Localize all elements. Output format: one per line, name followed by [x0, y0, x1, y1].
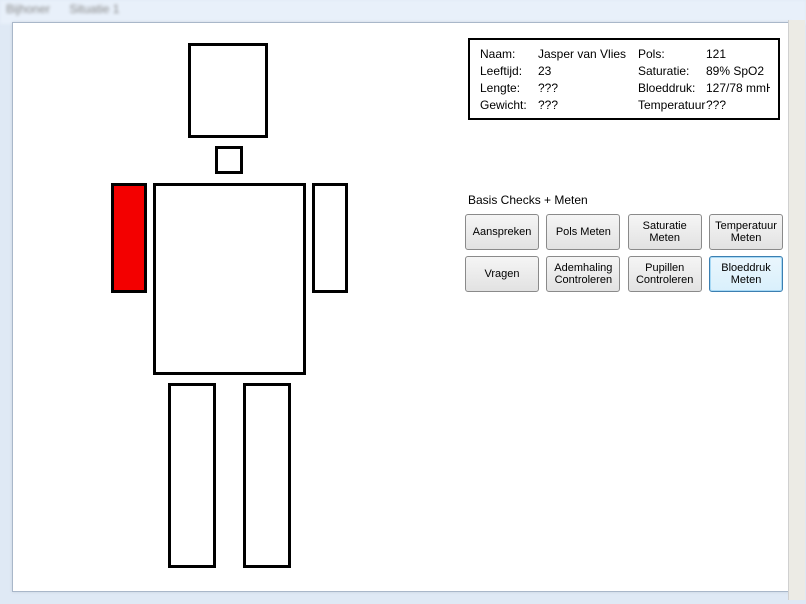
label-pulse: Pols: [638, 46, 706, 63]
main-panel: Naam: Jasper van Vlies Pols: 121 Leeftij… [12, 22, 794, 592]
figure-right-arm[interactable] [312, 183, 348, 293]
label-sat: Saturatie: [638, 63, 706, 80]
value-temp: ??? [706, 97, 770, 114]
btn-pupillen-controleren[interactable]: Pupillen Controleren [628, 256, 702, 292]
label-bp: Bloeddruk: [638, 80, 706, 97]
patient-info-panel: Naam: Jasper van Vlies Pols: 121 Leeftij… [468, 38, 780, 120]
figure-torso[interactable] [153, 183, 306, 375]
figure-left-arm[interactable] [111, 183, 147, 293]
figure-left-leg[interactable] [168, 383, 216, 568]
figure-head[interactable] [188, 43, 268, 138]
value-age: 23 [538, 63, 638, 80]
label-name: Naam: [480, 46, 538, 63]
btn-bloeddruk-meten[interactable]: Bloeddruk Meten [709, 256, 783, 292]
value-sat: 89% SpO2 [706, 63, 770, 80]
label-age: Leeftijd: [480, 63, 538, 80]
menu-bar: Bijhoner Situatie 1 [0, 0, 806, 24]
menu-item-1[interactable]: Bijhoner [6, 2, 50, 16]
btn-aanspreken[interactable]: Aanspreken [465, 214, 539, 250]
label-height: Lengte: [480, 80, 538, 97]
value-height: ??? [538, 80, 638, 97]
btn-temperatuur-meten[interactable]: Temperatuur Meten [709, 214, 783, 250]
value-bp: 127/78 mmHg [706, 80, 770, 97]
value-name: Jasper van Vlies [538, 46, 638, 63]
action-group-label: Basis Checks + Meten [468, 193, 588, 207]
figure-neck[interactable] [215, 146, 243, 174]
value-pulse: 121 [706, 46, 770, 63]
vertical-scrollbar[interactable] [788, 20, 805, 600]
btn-saturatie-meten[interactable]: Saturatie Meten [628, 214, 702, 250]
label-weight: Gewicht: [480, 97, 538, 114]
value-weight: ??? [538, 97, 638, 114]
action-button-grid: Aanspreken Pols Meten Saturatie Meten Te… [463, 211, 789, 295]
btn-ademhaling-controleren[interactable]: Ademhaling Controleren [546, 256, 620, 292]
figure-right-leg[interactable] [243, 383, 291, 568]
menu-item-2[interactable]: Situatie 1 [69, 2, 119, 16]
btn-pols-meten[interactable]: Pols Meten [546, 214, 620, 250]
label-temp: Temperatuur [638, 97, 706, 114]
patient-figure [73, 33, 373, 573]
btn-vragen[interactable]: Vragen [465, 256, 539, 292]
